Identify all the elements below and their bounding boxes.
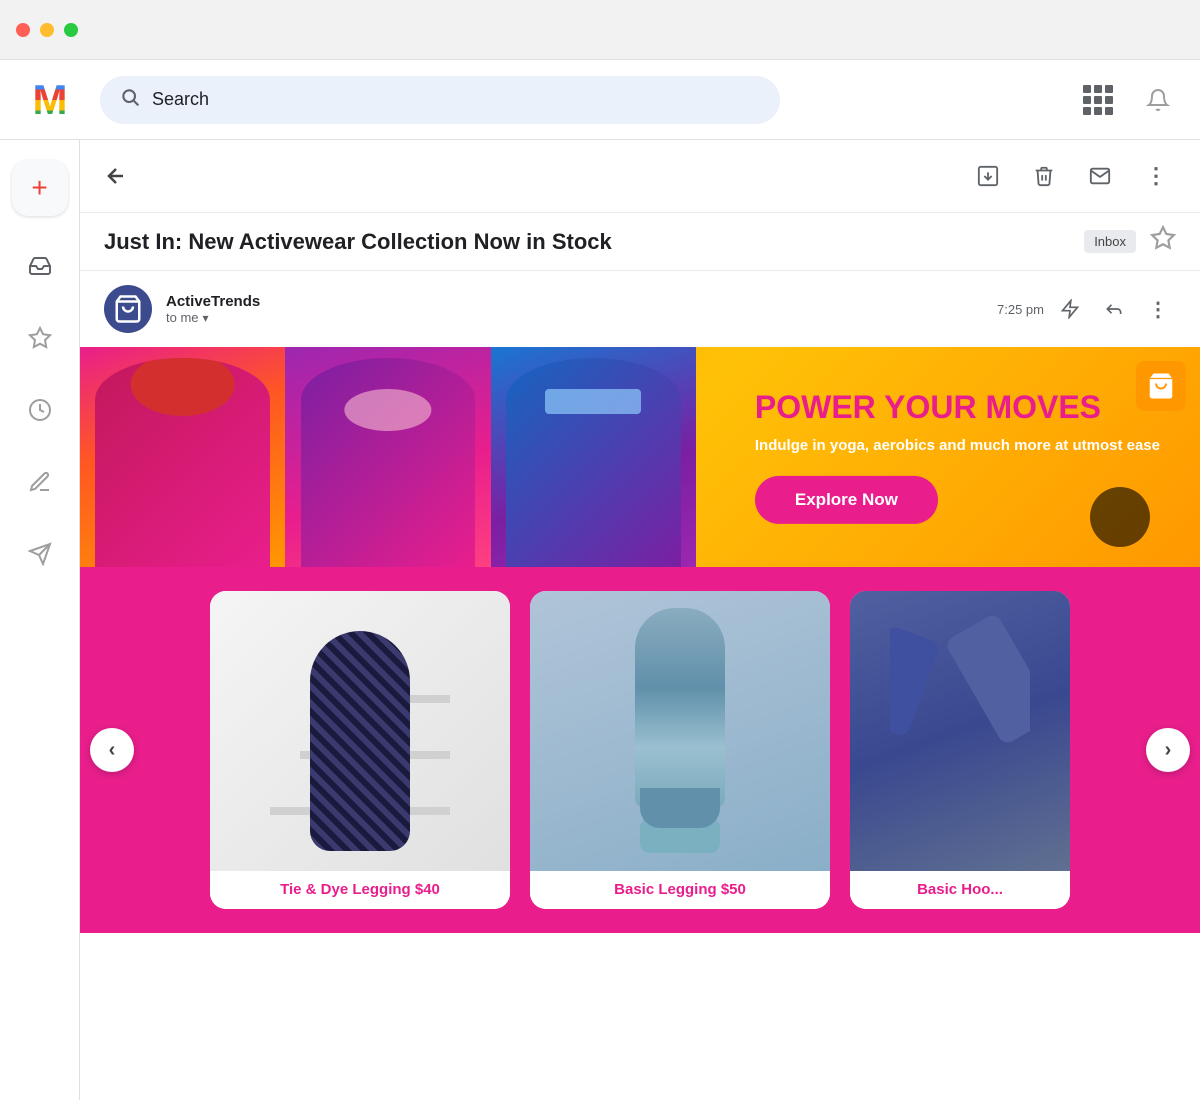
product-image-3 (850, 591, 1070, 871)
clock-icon (28, 398, 52, 422)
sidebar-item-sent[interactable] (18, 532, 62, 576)
model-figure-1 (80, 347, 285, 567)
traffic-light-green[interactable] (64, 23, 78, 37)
notifications-button[interactable] (1136, 78, 1180, 122)
model-figure-2 (285, 347, 490, 567)
banner-subtext: Indulge in yoga, aerobics and much more … (755, 435, 1160, 456)
sender-name: ActiveTrends (166, 293, 983, 310)
gmail-header: M (0, 60, 1200, 140)
carousel-next-button[interactable]: › (1146, 728, 1190, 772)
archive-button[interactable] (968, 156, 1008, 196)
product-card-1[interactable]: Tie & Dye Legging $40 (210, 591, 510, 909)
reply-button[interactable] (1096, 291, 1132, 327)
email-toolbar: ⋮ (80, 140, 1200, 213)
product-section: ‹ › (80, 567, 1200, 933)
product-label-1: Tie & Dye Legging $40 (210, 871, 510, 909)
inbox-icon (28, 254, 52, 278)
header-icons (1076, 78, 1180, 122)
more-toolbar-button[interactable]: ⋮ (1136, 156, 1176, 196)
compose-plus-icon: + (31, 172, 47, 204)
sender-row: ActiveTrends to me ▾ 7:25 pm (80, 271, 1200, 347)
sender-actions: 7:25 pm ⋮ (997, 291, 1176, 327)
product-card-3[interactable]: Basic Hoo... (850, 591, 1070, 909)
product-name-1: Tie & Dye Legging $40 (280, 881, 440, 898)
product-label-2: Basic Legging $50 (530, 871, 830, 909)
explore-now-button[interactable]: Explore Now (755, 476, 938, 524)
sender-name-block: ActiveTrends to me ▾ (166, 293, 983, 325)
apps-button[interactable] (1076, 78, 1120, 122)
gmail-logo-letter: M (33, 79, 68, 121)
email-subject-bar: Just In: New Activewear Collection Now i… (80, 213, 1200, 271)
traffic-light-red[interactable] (16, 23, 30, 37)
more-dots-icon: ⋮ (1145, 165, 1167, 187)
model-figure-3 (491, 347, 696, 567)
lightning-icon (1060, 299, 1080, 319)
product-name-2: Basic Legging $50 (614, 881, 746, 898)
email-content: ⋮ Just In: New Activewear Collection Now… (80, 140, 1200, 1100)
search-input[interactable] (152, 89, 760, 110)
banner-headline: POWER YOUR MOVES (755, 390, 1160, 425)
compose-button[interactable]: + (12, 160, 68, 216)
more-actions-button[interactable]: ⋮ (1140, 291, 1176, 327)
gmail-logo: M (20, 70, 80, 130)
sidebar-item-starred[interactable] (18, 316, 62, 360)
reply-icon (1104, 299, 1124, 319)
grid-icon (1083, 85, 1113, 115)
dropdown-chevron-icon: ▾ (203, 311, 209, 325)
banner-logo (1136, 361, 1186, 411)
download-box-icon (977, 165, 999, 187)
email-banner: POWER YOUR MOVES Indulge in yoga, aerobi… (80, 347, 1200, 567)
traffic-light-yellow[interactable] (40, 23, 54, 37)
product-image-1 (210, 591, 510, 871)
toolbar-right: ⋮ (968, 156, 1176, 196)
sidebar: + (0, 140, 80, 1100)
banner-models (80, 347, 696, 567)
stairs-background (210, 591, 510, 871)
send-icon (28, 542, 52, 566)
title-bar (0, 0, 1200, 60)
email-time: 7:25 pm (997, 302, 1044, 317)
email-subject: Just In: New Activewear Collection Now i… (104, 229, 1070, 255)
mail-icon (1089, 165, 1111, 187)
delete-button[interactable] (1024, 156, 1064, 196)
avatar-content (104, 285, 152, 333)
more-dots-sender-icon: ⋮ (1148, 297, 1168, 322)
carousel-prev-button[interactable]: ‹ (90, 728, 134, 772)
product-name-3: Basic Hoo... (917, 881, 1003, 898)
search-icon (120, 87, 140, 113)
star-icon (28, 326, 52, 350)
mark-unread-button[interactable] (1080, 156, 1120, 196)
trash-icon (1033, 165, 1055, 187)
bell-icon (1146, 88, 1170, 112)
main-layout: + (0, 140, 1200, 1100)
edit-icon (28, 470, 52, 494)
to-label: to me (166, 310, 199, 325)
star-button[interactable] (1150, 225, 1176, 258)
search-bar-container (100, 76, 780, 124)
sender-avatar (104, 285, 152, 333)
product-grid: Tie & Dye Legging $40 (104, 591, 1176, 909)
lightning-button[interactable] (1052, 291, 1088, 327)
product-label-3: Basic Hoo... (850, 871, 1070, 909)
banner-logo-icon (1146, 371, 1176, 401)
product-card-2[interactable]: Basic Legging $50 (530, 591, 830, 909)
sidebar-item-snoozed[interactable] (18, 388, 62, 432)
product-image-2 (530, 591, 830, 871)
dark-circle-button[interactable] (1090, 487, 1150, 547)
inbox-badge: Inbox (1084, 230, 1136, 253)
sidebar-item-drafts[interactable] (18, 460, 62, 504)
back-button[interactable] (104, 164, 128, 188)
sidebar-item-inbox[interactable] (18, 244, 62, 288)
sender-to[interactable]: to me ▾ (166, 310, 983, 325)
shopping-bag-icon (113, 294, 143, 324)
toolbar-left (104, 164, 128, 188)
